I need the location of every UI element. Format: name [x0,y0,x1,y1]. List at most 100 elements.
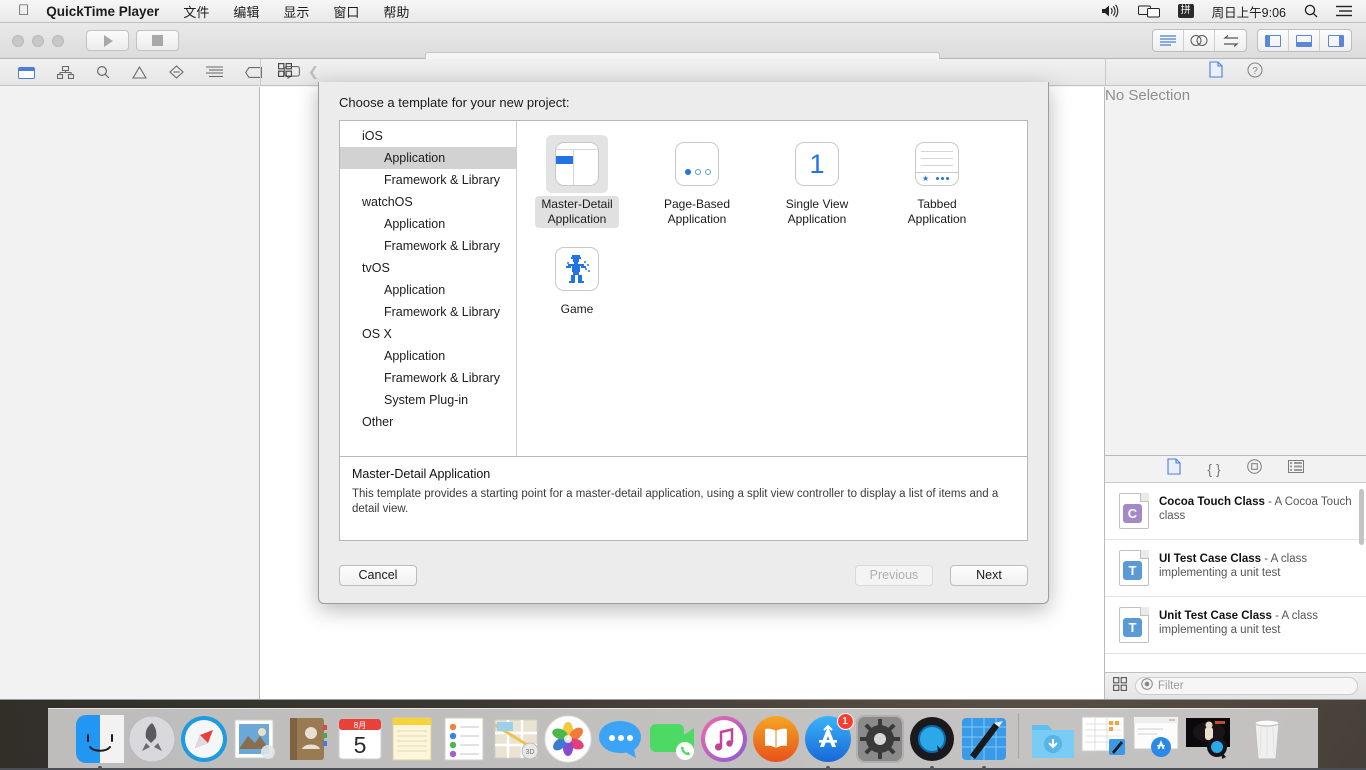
editor-mode-segmented-control[interactable] [1152,29,1247,52]
dock-app-contacts[interactable] [284,715,332,763]
folder-icon[interactable] [18,66,35,79]
spotlight-search-icon[interactable] [1304,4,1318,18]
dock-app-app-store[interactable]: 1 [804,715,852,763]
dock-app-facetime[interactable] [648,715,696,763]
template-master-detail-application[interactable]: Master-Detail Application [517,135,637,228]
menu-item-file[interactable]: 文件 [183,2,209,21]
sidebar-item-ios-framework[interactable]: Framework & Library [340,169,516,191]
sidebar-item-osx-application[interactable]: Application [340,345,516,367]
apple-logo-icon[interactable]:  [18,3,29,18]
library-list[interactable]: C Cocoa Touch Class - A Cocoa Touch clas… [1105,482,1366,672]
sidebar-item-watchos-framework[interactable]: Framework & Library [340,235,516,257]
warning-icon[interactable] [132,66,147,79]
object-library-icon[interactable] [1247,459,1262,479]
close-button[interactable] [12,35,24,47]
utilities-toggle-button[interactable] [1320,30,1351,51]
template-single-view-application[interactable]: 1 Single View Application [757,135,877,228]
media-library-icon[interactable] [1288,460,1304,478]
sidebar-item-osx-framework[interactable]: Framework & Library [340,367,516,389]
sidebar-group-tvos[interactable]: tvOS [340,257,516,279]
sidebar-item-osx-system-plugin[interactable]: System Plug-in [340,389,516,411]
menu-item-window[interactable]: 窗口 [333,2,359,21]
grid-icon[interactable] [278,63,292,82]
calendar-day: 5 [353,732,366,758]
report-icon[interactable] [206,66,223,78]
sidebar-group-ios[interactable]: iOS [340,125,516,147]
run-button[interactable] [86,30,129,51]
filter-input[interactable]: Filter [1135,677,1358,695]
dock-app-finder[interactable] [76,715,124,763]
input-method-indicator[interactable]: 拼 [1178,4,1194,18]
screen-mirroring-icon[interactable] [1138,4,1160,18]
dock-app-system-preferences[interactable] [856,715,904,763]
file-template-library-icon[interactable] [1167,458,1181,480]
dock-app-quicktime-player[interactable] [908,715,956,763]
speaker-icon[interactable] [1101,4,1120,18]
menu-bar-clock[interactable]: 周日上午9:06 [1212,2,1286,21]
dock-app-mail[interactable] [232,715,280,763]
stop-button[interactable] [136,30,179,51]
list-item-text: Cocoa Touch Class - A Cocoa Touch class [1159,493,1354,523]
help-inspector-icon[interactable]: ? [1247,62,1263,83]
zoom-button[interactable] [52,35,64,47]
dock-minimized-app-store-window[interactable] [1133,715,1181,763]
dock-minimized-xcode-window[interactable] [1081,715,1129,763]
file-inspector-icon[interactable] [1209,61,1223,83]
sidebar-item-watchos-application[interactable]: Application [340,213,516,235]
standard-editor-button[interactable] [1153,30,1184,51]
dock-app-photos[interactable] [544,715,592,763]
svg-text:?: ? [1252,66,1258,77]
sidebar-item-tvos-application[interactable]: Application [340,279,516,301]
list-item[interactable]: T Unit Test Case Class - A class impleme… [1105,597,1366,654]
version-editor-button[interactable] [1215,30,1246,51]
dock-app-reminders[interactable] [440,715,488,763]
previous-button[interactable]: Previous [855,565,933,586]
debug-area-toggle-button[interactable] [1289,30,1320,51]
chevron-left-icon[interactable]: ❮ [308,64,319,80]
list-item[interactable]: T UI Test Case Class - A class implement… [1105,540,1366,597]
list-item[interactable]: C Cocoa Touch Class - A Cocoa Touch clas… [1105,483,1366,540]
assistant-editor-button[interactable] [1184,30,1215,51]
dock-app-messages[interactable] [596,715,644,763]
dock-app-xcode[interactable] [960,715,1008,763]
minimize-button[interactable] [32,35,44,47]
search-icon[interactable] [96,65,110,79]
template-game[interactable]: Game [517,240,637,318]
template-page-based-application[interactable]: Page-Based Application [637,135,757,228]
menu-item-view[interactable]: 显示 [283,2,309,21]
page-based-icon [675,142,719,186]
menu-item-help[interactable]: 帮助 [383,2,409,21]
template-label: Master-Detail Application [535,196,618,228]
dock-app-ibooks[interactable] [752,715,800,763]
dock-minimized-quicktime-window[interactable] [1185,715,1233,763]
dock-app-launchpad[interactable] [128,715,176,763]
window-traffic-lights[interactable] [12,35,64,47]
sidebar-group-watchos[interactable]: watchOS [340,191,516,213]
menu-app-name[interactable]: QuickTime Player [46,4,159,19]
next-button[interactable]: Next [950,565,1028,586]
navigator-toggle-button[interactable] [1258,30,1289,51]
menu-item-edit[interactable]: 编辑 [233,2,259,21]
sidebar-item-tvos-framework[interactable]: Framework & Library [340,301,516,323]
sidebar-item-ios-application[interactable]: Application [340,147,516,169]
dock-app-safari[interactable] [180,715,228,763]
sidebar-group-osx[interactable]: OS X [340,323,516,345]
code-snippet-library-icon[interactable]: { } [1207,461,1220,477]
template-tabbed-application[interactable]: ★ Tabbed Application [877,135,997,228]
template-category-sidebar[interactable]: iOS Application Framework & Library watc… [340,121,517,456]
template-label-line1: Page-Based [664,197,730,211]
dock-app-notes[interactable] [388,715,436,763]
breakpoint-icon[interactable] [169,65,184,79]
dock-app-calendar[interactable]: 8月5 [336,715,384,763]
dock-app-itunes[interactable] [700,715,748,763]
grid-view-icon[interactable] [1113,677,1127,696]
dock-app-maps[interactable]: 3D [492,715,540,763]
notification-center-icon[interactable] [1336,5,1352,17]
dock-downloads-folder[interactable] [1029,715,1077,763]
cancel-button[interactable]: Cancel [339,565,417,586]
dock-trash[interactable] [1243,715,1291,763]
sidebar-group-other[interactable]: Other [340,411,516,433]
panel-toggle-segmented-control[interactable] [1257,29,1352,52]
library-scrollbar[interactable] [1359,489,1364,545]
hierarchy-icon[interactable] [57,66,74,79]
